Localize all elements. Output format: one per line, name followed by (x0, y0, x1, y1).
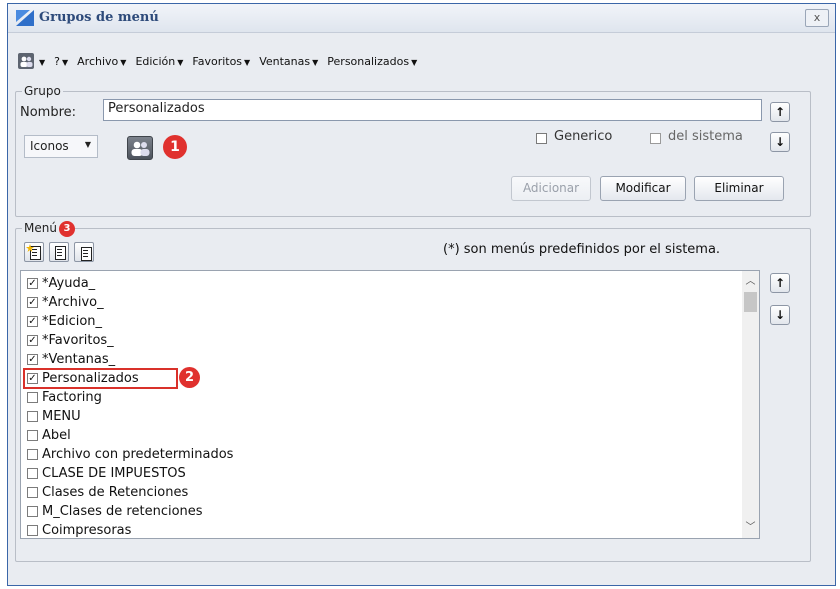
nombre-field[interactable]: Personalizados (103, 99, 762, 121)
title-bar: Grupos de menú x (8, 4, 835, 33)
menu-bar: ▼ ? ▼ Archivo ▼ Edición ▼ Favoritos ▼ Ventan… (18, 48, 426, 74)
menu-section: Menú 3 (*) son menús predefinidos por el… (15, 221, 811, 562)
list-item[interactable]: Coimpresoras (27, 521, 131, 538)
generico-checkbox[interactable] (536, 133, 547, 144)
list-item[interactable]: M_Clases de retenciones (27, 502, 203, 520)
edit-menu-tool-button[interactable] (49, 242, 69, 262)
annotation-badge-2: 2 (179, 367, 200, 388)
predefined-note: (*) son menús predefinidos por el sistem… (443, 242, 721, 257)
annotation-badge-1: 1 (163, 135, 187, 159)
grupo-section: Grupo Nombre: Personalizados ↑ ↓ Iconos … (15, 84, 811, 217)
close-button[interactable]: x (805, 9, 829, 27)
list-scrollbar[interactable]: ︿ ﹀ (742, 271, 759, 538)
checkbox[interactable] (27, 467, 38, 479)
check-icon[interactable]: ✓ (27, 315, 38, 327)
checkbox[interactable] (27, 448, 38, 460)
menu-legend: Menú (22, 221, 59, 235)
grupo-legend: Grupo (22, 84, 63, 98)
sistema-label: del sistema (668, 129, 743, 144)
modificar-button[interactable]: Modificar (600, 176, 686, 201)
list-item[interactable]: MENU (27, 407, 81, 425)
list-item[interactable]: Archivo con predeterminados (27, 445, 233, 463)
check-icon[interactable]: ✓ (27, 277, 38, 289)
list-item[interactable]: Clases de Retenciones (27, 483, 188, 501)
annotation-badge-3: 3 (59, 221, 75, 237)
menu-up-button[interactable]: ↑ (770, 273, 790, 293)
checkbox[interactable] (27, 505, 38, 517)
group-icon-preview[interactable] (127, 136, 153, 160)
users-icon (20, 56, 33, 67)
check-icon[interactable]: ✓ (27, 296, 38, 308)
grupo-up-button[interactable]: ↑ (770, 102, 790, 122)
list-item[interactable]: Abel (27, 426, 71, 444)
check-icon[interactable]: ✓ (27, 334, 38, 346)
menu-help[interactable]: ? ▼ (54, 55, 68, 68)
user-icon[interactable] (18, 53, 34, 69)
checkbox[interactable] (27, 486, 38, 498)
menu-list[interactable]: ✓ *Ayuda_ ✓ *Archivo_ ✓ *Edicion_ ✓ *Favorit… (20, 270, 760, 539)
star-icon (26, 244, 34, 252)
grupo-down-button[interactable]: ↓ (770, 132, 790, 152)
checkbox[interactable] (27, 391, 38, 403)
scroll-down-icon[interactable]: ﹀ (742, 519, 759, 536)
list-item[interactable]: ✓ *Favoritos_ (27, 331, 114, 349)
checkbox[interactable] (27, 429, 38, 441)
list-item[interactable]: ✓ *Ayuda_ (27, 274, 95, 292)
grupos-de-menu-window: Grupos de menú x ▼ ? ▼ Archivo ▼ Edición ▼ … (7, 3, 836, 586)
users-icon (131, 141, 150, 156)
icon-type-select[interactable]: Iconos ▼ (24, 135, 98, 158)
user-menu-caret[interactable]: ▼ (37, 55, 45, 68)
list-item[interactable]: ✓ *Edicion_ (27, 312, 102, 330)
menu-archivo[interactable]: Archivo ▼ (77, 55, 126, 68)
new-menu-tool-button[interactable] (24, 242, 44, 262)
list-item[interactable]: ✓ *Ventanas_ (27, 350, 115, 368)
checkbox[interactable] (27, 524, 38, 536)
window-title: Grupos de menú (39, 10, 159, 25)
check-icon[interactable]: ✓ (27, 353, 38, 365)
sistema-checkbox[interactable] (650, 133, 661, 144)
list-item[interactable]: ✓ *Archivo_ (27, 293, 104, 311)
scroll-up-icon[interactable]: ︿ (742, 273, 759, 290)
app-logo-icon (16, 10, 34, 26)
checkbox[interactable] (27, 410, 38, 422)
personalizados-highlight (23, 368, 178, 389)
menu-personalizados[interactable]: Personalizados ▼ (327, 55, 417, 68)
copy-menu-tool-button[interactable] (74, 242, 94, 262)
icon-type-value: Iconos (30, 139, 69, 153)
menu-down-button[interactable]: ↓ (770, 305, 790, 325)
adicionar-button[interactable]: Adicionar (511, 176, 591, 201)
nombre-label: Nombre: (20, 105, 77, 120)
list-item[interactable]: CLASE DE IMPUESTOS (27, 464, 186, 482)
chevron-down-icon: ▼ (84, 140, 91, 149)
eliminar-button[interactable]: Eliminar (694, 176, 784, 201)
scroll-thumb[interactable] (744, 292, 757, 312)
generico-label: Generico (554, 129, 613, 144)
menu-ventanas[interactable]: Ventanas ▼ (259, 55, 318, 68)
menu-favoritos[interactable]: Favoritos ▼ (192, 55, 250, 68)
menu-edicion[interactable]: Edición ▼ (135, 55, 183, 68)
list-item[interactable]: Factoring (27, 388, 102, 406)
